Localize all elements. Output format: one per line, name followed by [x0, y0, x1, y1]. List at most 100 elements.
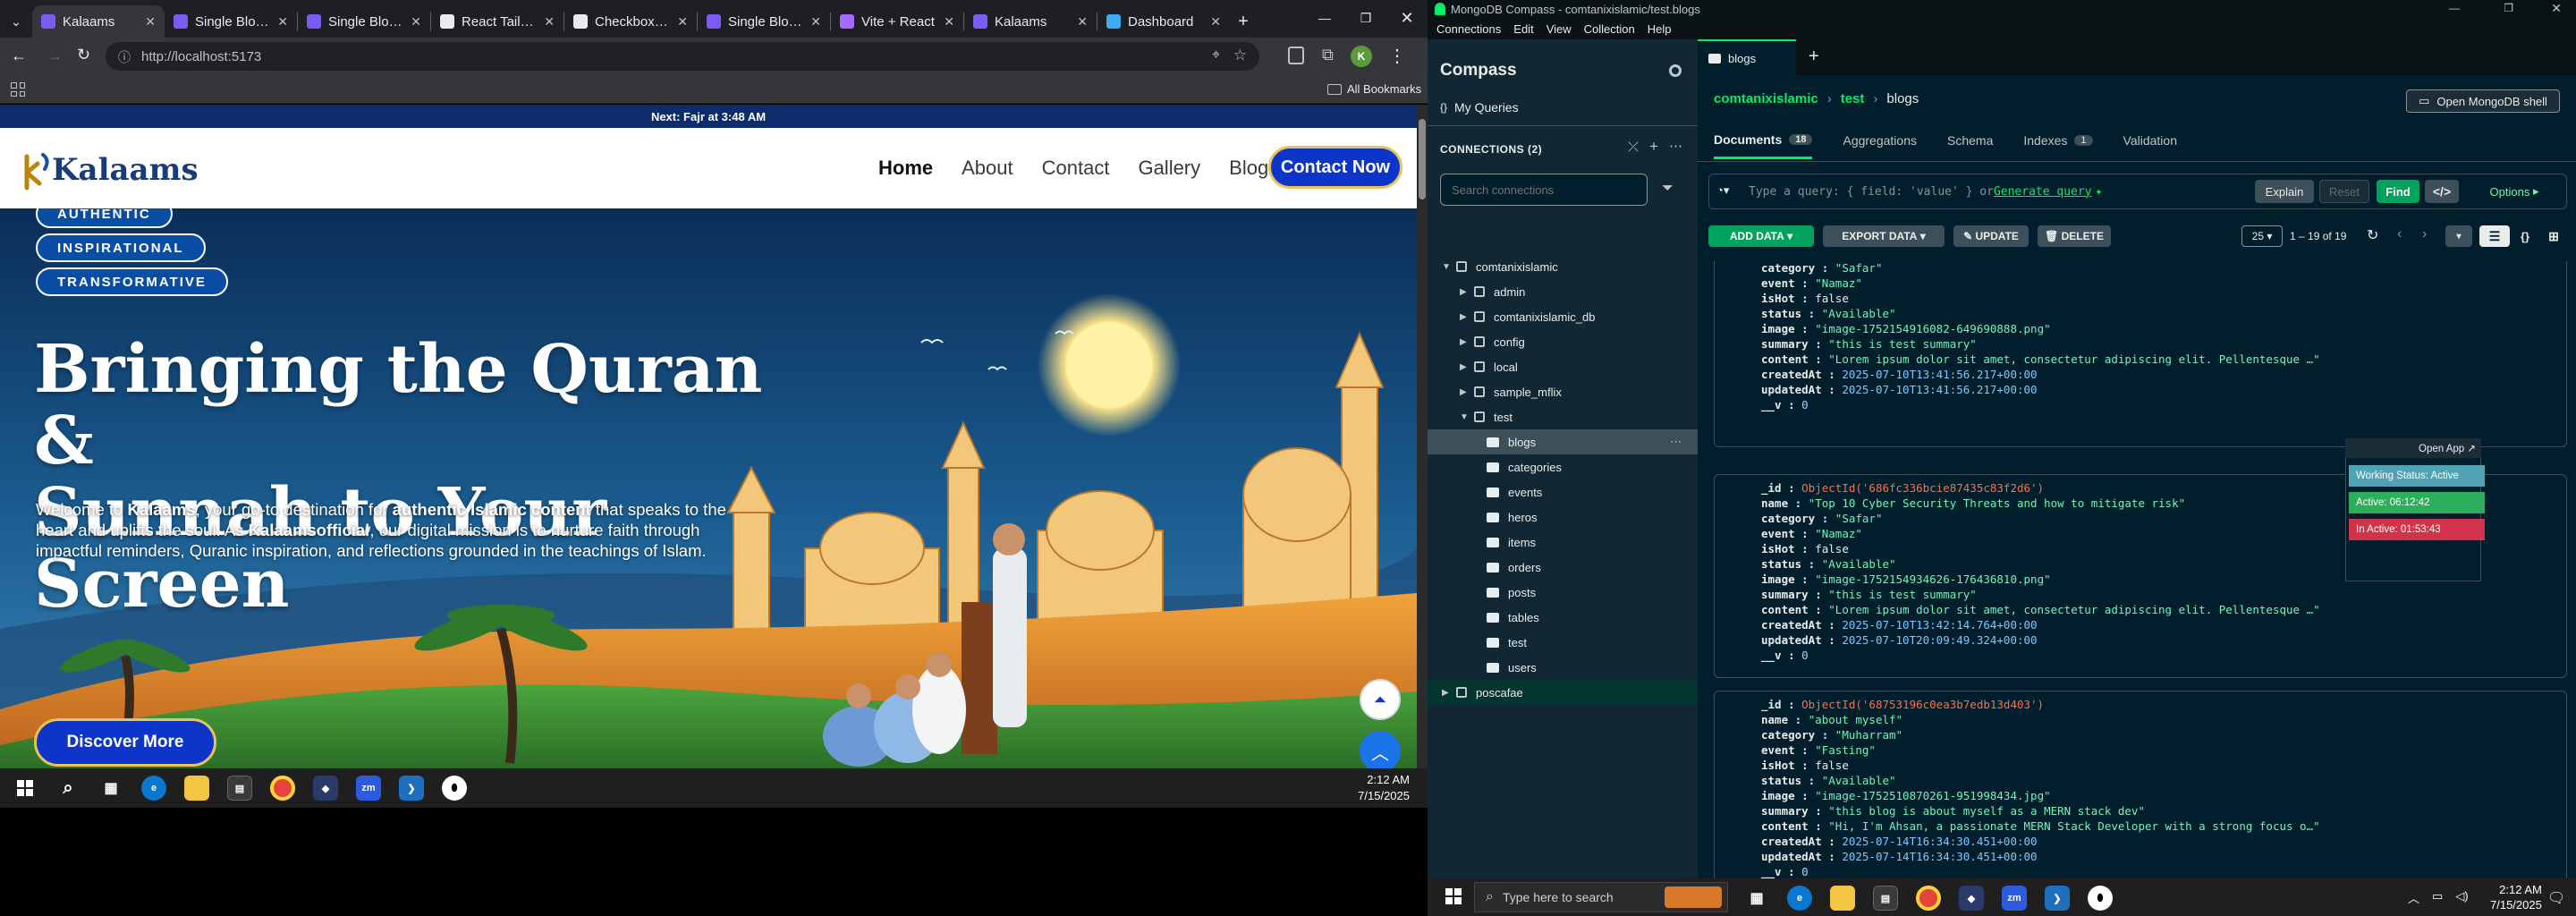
store-icon[interactable]: ▤: [1873, 886, 1898, 911]
chrome-icon[interactable]: [1916, 886, 1941, 911]
menu-kebab-icon[interactable]: ⋮: [1388, 45, 1406, 67]
add-connection-icon[interactable]: +: [1649, 138, 1658, 156]
filter-icon[interactable]: ⏷: [1662, 181, 1674, 197]
profile-avatar[interactable]: K: [1351, 46, 1372, 67]
tree-collection-users[interactable]: users: [1428, 655, 1698, 680]
tree-cluster-2[interactable]: ▶ poscafae: [1428, 680, 1698, 705]
store-icon[interactable]: ▤: [227, 776, 252, 801]
document-card[interactable]: category : "Safar" event : "Namaz" isHot :…: [1714, 261, 2567, 447]
tree-cluster[interactable]: ▼ comtanixislamic: [1428, 254, 1698, 279]
nav-link-gallery[interactable]: Gallery: [1138, 157, 1200, 180]
page-scrollbar[interactable]: [1417, 105, 1428, 768]
tree-collection-items[interactable]: items: [1428, 530, 1698, 555]
forward-icon[interactable]: →: [47, 47, 63, 65]
tree-collection-test[interactable]: test: [1428, 630, 1698, 655]
tab-close-icon[interactable]: ✕: [145, 14, 156, 30]
open-shell-button[interactable]: ▭ Open MongoDB shell: [2406, 89, 2560, 113]
browser-tab[interactable]: Kalaams ✕: [964, 5, 1097, 38]
update-button[interactable]: ✎ UPDATE: [1953, 225, 2029, 247]
menu-item[interactable]: Collection: [1584, 22, 1635, 36]
breadcrumb-cluster[interactable]: comtanixislamic: [1714, 91, 1818, 106]
find-button[interactable]: Find: [2377, 180, 2419, 203]
browser-tab[interactable]: Single Blog Po ✕: [298, 5, 430, 38]
windows-start-icon[interactable]: [13, 776, 38, 801]
extensions-puzzle-icon[interactable]: ⧉: [1322, 46, 1334, 64]
more-options-icon[interactable]: ⋯: [1670, 435, 1682, 449]
tab-close-icon[interactable]: ✕: [277, 14, 288, 30]
refresh-icon[interactable]: ↻: [2367, 226, 2378, 244]
zoom-icon[interactable]: zm: [356, 776, 381, 801]
task-view-icon[interactable]: ▦: [1744, 886, 1769, 911]
site-info-icon[interactable]: ⓘ: [118, 48, 131, 66]
new-tab-icon[interactable]: +: [1809, 47, 1819, 67]
minimize-icon[interactable]: —: [2449, 2, 2460, 14]
vscode-icon[interactable]: ❯: [2045, 886, 2070, 911]
table-view-icon[interactable]: ⊞: [2540, 225, 2567, 247]
browser-tab[interactable]: Single Blog Po ✕: [698, 5, 830, 38]
tab-close-icon[interactable]: ✕: [544, 14, 555, 30]
tree-database-config[interactable]: ▶ config: [1428, 329, 1698, 354]
zoom-icon[interactable]: zm: [2002, 886, 2027, 911]
edge-icon[interactable]: e: [1787, 886, 1812, 911]
browser-tab[interactable]: Dashboard ✕: [1097, 5, 1230, 38]
windows-start-icon[interactable]: [1445, 888, 1462, 909]
scrollbar-thumb[interactable]: [1419, 119, 1426, 199]
close-window-icon[interactable]: ✕: [1386, 0, 1428, 36]
back-icon[interactable]: ←: [11, 47, 27, 65]
tree-database-local[interactable]: ▶ local: [1428, 354, 1698, 379]
subtab-aggregations[interactable]: Aggregations: [1843, 129, 1917, 159]
view-menu-icon[interactable]: ▾: [2445, 225, 2472, 247]
options-button[interactable]: Options ▸: [2479, 180, 2550, 203]
breadcrumb-db[interactable]: test: [1841, 91, 1865, 106]
file-explorer-icon[interactable]: [1830, 886, 1855, 911]
scroll-top-icon[interactable]: ︿: [1360, 731, 1401, 768]
page-size-select[interactable]: 25 ▾: [2241, 225, 2283, 247]
code-toggle-icon[interactable]: </>: [2425, 180, 2459, 203]
edge-icon[interactable]: e: [141, 776, 166, 801]
menu-item[interactable]: Edit: [1513, 22, 1533, 36]
export-data-button[interactable]: EXPORT DATA ▾: [1823, 225, 1945, 247]
history-icon[interactable]: ◔▾: [1716, 183, 1729, 198]
delete-button[interactable]: 🗑 DELETE: [2038, 225, 2111, 247]
explain-button[interactable]: Explain: [2255, 180, 2314, 203]
address-bar[interactable]: ⓘ http://localhost:5173 ⌖ ☆: [106, 42, 1259, 71]
apps-grid-icon[interactable]: [11, 82, 25, 97]
contact-now-button[interactable]: Contact Now: [1268, 146, 1402, 189]
prev-page-icon[interactable]: ‹: [2397, 226, 2402, 242]
maximize-icon[interactable]: ❐: [2504, 2, 2513, 14]
tree-database-admin[interactable]: ▶ admin: [1428, 279, 1698, 304]
vscode-icon[interactable]: ❯: [399, 776, 424, 801]
next-page-icon[interactable]: ›: [2422, 226, 2427, 242]
mongodb-compass-icon[interactable]: ⬮: [442, 776, 467, 801]
bookmark-star-icon[interactable]: ☆: [1233, 47, 1247, 64]
all-bookmarks-button[interactable]: All Bookmarks: [1327, 82, 1421, 96]
tab-close-icon[interactable]: ✕: [411, 14, 421, 30]
search-connections-input[interactable]: [1440, 174, 1648, 206]
app-icon[interactable]: ◆: [313, 776, 338, 801]
settings-gear-icon[interactable]: [1669, 64, 1682, 77]
app-icon[interactable]: ◆: [1959, 886, 1984, 911]
collapse-icon[interactable]: ⤫: [1628, 140, 1639, 155]
tab-close-icon[interactable]: ✕: [944, 14, 954, 30]
subtab-documents[interactable]: Documents 18: [1714, 129, 1813, 159]
maximize-icon[interactable]: ❐: [1345, 0, 1386, 36]
browser-tab[interactable]: Single Blog Po ✕: [165, 5, 297, 38]
subtab-validation[interactable]: Validation: [2123, 129, 2177, 159]
extension-icon-1[interactable]: [1288, 47, 1304, 64]
browser-tab[interactable]: Vite + React ✕: [831, 5, 963, 38]
nav-link-home[interactable]: Home: [878, 157, 933, 180]
menu-item[interactable]: Help: [1648, 22, 1672, 36]
menu-item[interactable]: View: [1546, 22, 1572, 36]
mongodb-compass-icon[interactable]: ⬮: [2088, 886, 2113, 911]
browser-tab[interactable]: React Tailwind ✕: [431, 5, 564, 38]
search-icon[interactable]: ⌕: [55, 776, 80, 801]
task-view-icon[interactable]: ▦: [98, 776, 123, 801]
nav-link-about[interactable]: About: [962, 157, 1013, 180]
json-view-icon[interactable]: {}: [2512, 225, 2538, 247]
tab-close-icon[interactable]: ✕: [677, 14, 688, 30]
nav-link-contact[interactable]: Contact: [1042, 157, 1110, 180]
tree-collection-heros[interactable]: heros: [1428, 505, 1698, 530]
tree-database-sample_mflix[interactable]: ▶ sample_mflix: [1428, 379, 1698, 404]
subtab-schema[interactable]: Schema: [1947, 129, 1993, 159]
generate-query-link[interactable]: Generate query: [1994, 185, 2092, 199]
